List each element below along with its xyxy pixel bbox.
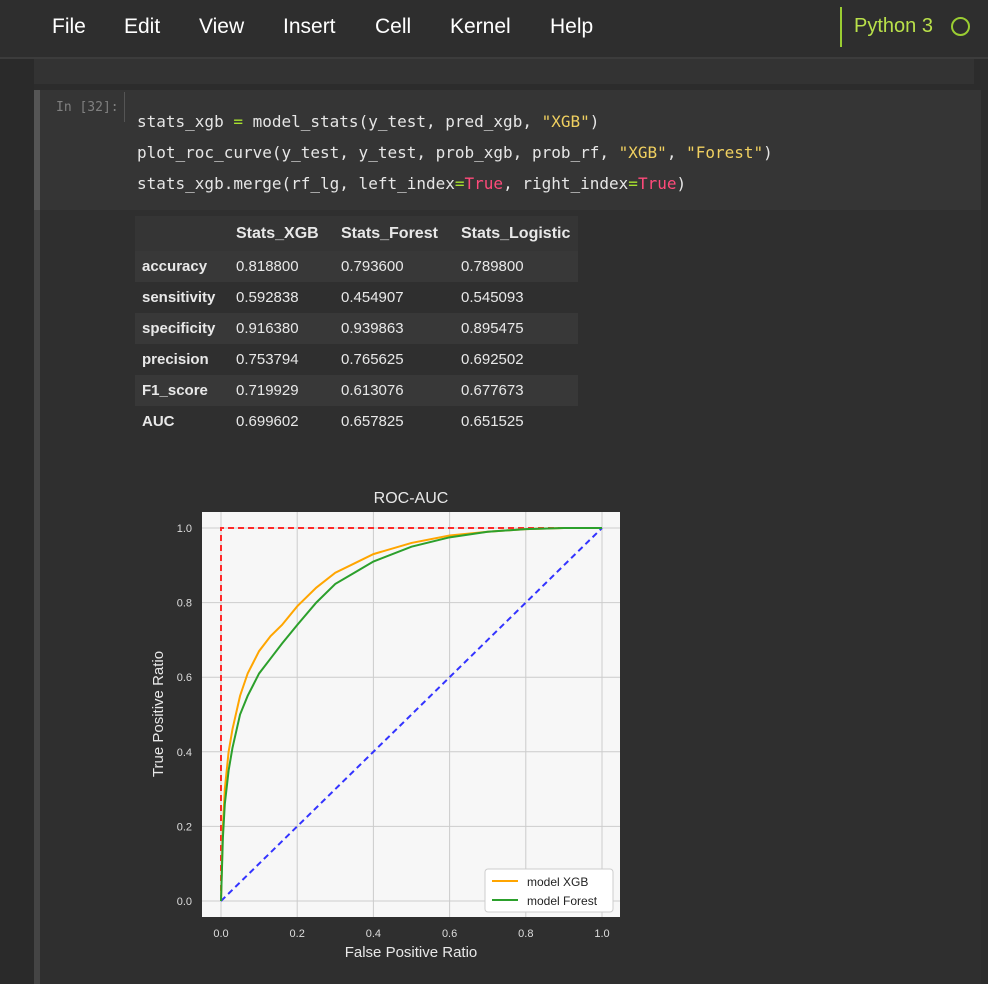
- x-tick-label: 1.0: [594, 928, 609, 940]
- row-label: specificity: [135, 313, 229, 344]
- code-line-2: plot_roc_curve(y_test, y_test, prob_xgb,…: [137, 143, 773, 162]
- kernel-separator: [840, 7, 842, 47]
- y-tick-label: 0.6: [177, 672, 192, 684]
- table-cell: 0.753794: [229, 344, 334, 375]
- prompt-separator: [124, 92, 125, 122]
- row-label: accuracy: [135, 251, 229, 282]
- table-cell: 0.719929: [229, 375, 334, 406]
- stats-table: Stats_XGB Stats_Forest Stats_Logistic ac…: [135, 216, 578, 437]
- roc-chart: ROC-AUC 0.0 0.0 0.2 0.2 0.4 0.4 0.6 0.6 0.8 0.8 1.…: [150, 490, 620, 961]
- table-cell: 0.789800: [454, 251, 578, 282]
- cell-prompt: In [32]:: [56, 100, 119, 115]
- column-header: Stats_Logistic: [454, 216, 578, 251]
- menu-insert[interactable]: Insert: [283, 15, 336, 39]
- table-cell: 0.657825: [334, 406, 454, 437]
- chart-title: ROC-AUC: [374, 490, 449, 507]
- code-line-3: stats_xgb.merge(rf_lg, left_index=True, …: [137, 174, 687, 193]
- table-cell: 0.545093: [454, 282, 578, 313]
- x-axis-label: False Positive Ratio: [345, 944, 478, 961]
- table-row: AUC 0.699602 0.657825 0.651525: [135, 406, 578, 437]
- y-tick-label: 0.2: [177, 821, 192, 833]
- table-header-row: Stats_XGB Stats_Forest Stats_Logistic: [135, 216, 578, 251]
- table-cell: 0.793600: [334, 251, 454, 282]
- legend-label-forest: model Forest: [527, 894, 598, 908]
- column-header: Stats_XGB: [229, 216, 334, 251]
- left-gutter: [0, 59, 34, 984]
- table-cell: 0.454907: [334, 282, 454, 313]
- row-label: F1_score: [135, 375, 229, 406]
- table-cell: 0.765625: [334, 344, 454, 375]
- table-row: specificity 0.916380 0.939863 0.895475: [135, 313, 578, 344]
- y-tick-label: 1.0: [177, 523, 192, 535]
- table-cell: 0.592838: [229, 282, 334, 313]
- table-cell: 0.699602: [229, 406, 334, 437]
- menu-help[interactable]: Help: [550, 15, 593, 39]
- menu-edit[interactable]: Edit: [124, 15, 160, 39]
- y-tick-label: 0.4: [177, 747, 192, 759]
- x-tick-label: 0.8: [518, 928, 533, 940]
- menu-bar: File Edit View Insert Cell Kernel Help P…: [0, 0, 988, 59]
- table-row: sensitivity 0.592838 0.454907 0.545093: [135, 282, 578, 313]
- row-label: sensitivity: [135, 282, 229, 313]
- menu-cell[interactable]: Cell: [375, 15, 411, 39]
- table-cell: 0.651525: [454, 406, 578, 437]
- menu-file[interactable]: File: [52, 15, 86, 39]
- previous-cell-output: [34, 59, 974, 84]
- kernel-name[interactable]: Python 3: [854, 15, 933, 38]
- y-tick-label: 0.8: [177, 598, 192, 610]
- chart-legend: model XGB model Forest: [484, 868, 614, 913]
- table-row: accuracy 0.818800 0.793600 0.789800: [135, 251, 578, 282]
- menu-view[interactable]: View: [199, 15, 244, 39]
- x-tick-label: 0.2: [290, 928, 305, 940]
- row-label: precision: [135, 344, 229, 375]
- table-row: F1_score 0.719929 0.613076 0.677673: [135, 375, 578, 406]
- table-cell: 0.916380: [229, 313, 334, 344]
- table-row: precision 0.753794 0.765625 0.692502: [135, 344, 578, 375]
- code-line-1: stats_xgb = model_stats(y_test, pred_xgb…: [137, 112, 600, 131]
- table-cell: 0.677673: [454, 375, 578, 406]
- legend-label-xgb: model XGB: [527, 875, 588, 889]
- y-tick-label: 0.0: [177, 896, 192, 908]
- x-tick-label: 0.0: [213, 928, 228, 940]
- table-cell: 0.818800: [229, 251, 334, 282]
- table-cell: 0.895475: [454, 313, 578, 344]
- y-axis-label: True Positive Ratio: [150, 651, 167, 777]
- x-tick-label: 0.4: [366, 928, 381, 940]
- code-editor[interactable]: stats_xgb = model_stats(y_test, pred_xgb…: [137, 106, 773, 199]
- x-tick-label: 0.6: [442, 928, 457, 940]
- table-cell: 0.939863: [334, 313, 454, 344]
- menu-kernel[interactable]: Kernel: [450, 15, 511, 39]
- row-label: AUC: [135, 406, 229, 437]
- kernel-status-icon: [951, 17, 970, 36]
- plot-background: [202, 512, 620, 917]
- table-cell: 0.613076: [334, 375, 454, 406]
- table-cell: 0.692502: [454, 344, 578, 375]
- column-header: Stats_Forest: [334, 216, 454, 251]
- code-cell[interactable]: In [32]: stats_xgb = model_stats(y_test,…: [34, 90, 981, 210]
- table-corner: [135, 216, 229, 251]
